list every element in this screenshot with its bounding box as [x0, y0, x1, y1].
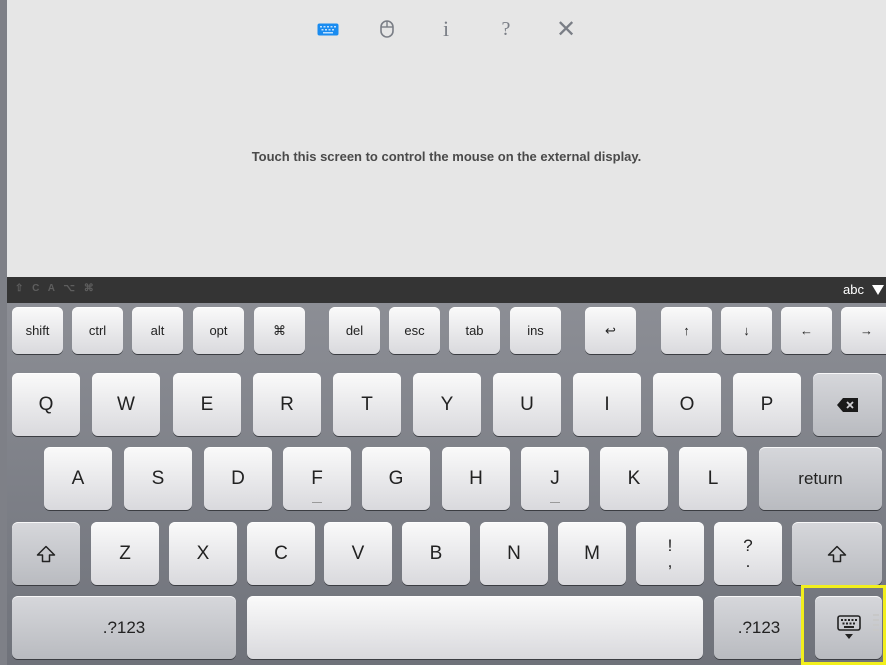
key-l[interactable]: L: [679, 447, 747, 510]
key-g[interactable]: G: [362, 447, 430, 510]
key-u[interactable]: U: [493, 373, 561, 436]
key-space[interactable]: [247, 596, 703, 659]
modifier-strip: ⇧ C A ⌥ ⌘ abc: [7, 277, 886, 304]
touchpad-area[interactable]: i ? ✕ Touch this screen to control the m…: [7, 0, 886, 277]
key-p[interactable]: P: [733, 373, 801, 436]
key-j-label: J: [550, 467, 560, 489]
key-command[interactable]: ⌘: [254, 307, 305, 354]
key-numbers-left[interactable]: .?123: [12, 596, 236, 659]
backspace-icon: [836, 397, 858, 412]
key-a[interactable]: A: [44, 447, 112, 510]
key-alt[interactable]: alt: [132, 307, 183, 354]
key-z[interactable]: Z: [91, 522, 159, 585]
key-s[interactable]: S: [124, 447, 192, 510]
key-f-label: F: [311, 467, 323, 489]
key-return[interactable]: return: [759, 447, 882, 510]
key-del[interactable]: del: [329, 307, 380, 354]
key-numbers-right[interactable]: .?123: [714, 596, 804, 659]
key-shift[interactable]: shift: [12, 307, 63, 354]
key-n[interactable]: N: [480, 522, 548, 585]
key-arrow-right[interactable]: →: [841, 307, 886, 354]
key-hide-keyboard[interactable]: [815, 596, 882, 659]
key-j[interactable]: J: [521, 447, 589, 510]
layout-toggle-label: abc: [843, 282, 864, 297]
key-q[interactable]: Q: [12, 373, 80, 436]
key-tab[interactable]: tab: [449, 307, 500, 354]
key-bottom-char: .: [745, 551, 751, 571]
key-w[interactable]: W: [92, 373, 160, 436]
key-bottom-char: ,: [667, 551, 673, 571]
key-arrow-left[interactable]: ←: [781, 307, 832, 354]
key-opt[interactable]: opt: [193, 307, 244, 354]
mouse-mode-icon[interactable]: [374, 14, 400, 44]
key-enter[interactable]: ↩: [585, 307, 636, 354]
shift-arrow-icon: [827, 545, 847, 562]
home-row-marker: [550, 502, 560, 503]
key-o[interactable]: O: [653, 373, 721, 436]
dropdown-triangle-icon: [872, 284, 884, 295]
shift-arrow-icon: [36, 545, 56, 562]
modifier-indicators: ⇧ C A ⌥ ⌘: [15, 283, 97, 294]
key-h[interactable]: H: [442, 447, 510, 510]
key-v[interactable]: V: [324, 522, 392, 585]
key-exclaim-comma[interactable]: ! ,: [636, 522, 704, 585]
drag-handle[interactable]: [873, 614, 879, 634]
layout-toggle[interactable]: abc: [843, 282, 884, 297]
key-y[interactable]: Y: [413, 373, 481, 436]
key-ins[interactable]: ins: [510, 307, 561, 354]
key-e[interactable]: E: [173, 373, 241, 436]
key-b[interactable]: B: [402, 522, 470, 585]
key-f[interactable]: F: [283, 447, 351, 510]
key-esc[interactable]: esc: [389, 307, 440, 354]
hide-keyboard-icon: [836, 614, 861, 639]
key-question-period[interactable]: ? .: [714, 522, 782, 585]
key-d[interactable]: D: [204, 447, 272, 510]
help-icon[interactable]: ?: [495, 14, 517, 44]
key-arrow-up[interactable]: ↑: [661, 307, 712, 354]
key-backspace[interactable]: [813, 373, 882, 436]
key-c[interactable]: C: [247, 522, 315, 585]
key-shift-right[interactable]: [792, 522, 882, 585]
key-ctrl[interactable]: ctrl: [72, 307, 123, 354]
key-x[interactable]: X: [169, 522, 237, 585]
key-m[interactable]: M: [558, 522, 626, 585]
keyboard-mode-icon[interactable]: [314, 14, 342, 44]
key-shift-left[interactable]: [12, 522, 80, 585]
home-row-marker: [312, 502, 322, 503]
close-icon[interactable]: ✕: [553, 14, 579, 44]
info-icon[interactable]: i: [435, 14, 457, 44]
key-i[interactable]: I: [573, 373, 641, 436]
key-t[interactable]: T: [333, 373, 401, 436]
key-arrow-down[interactable]: ↓: [721, 307, 772, 354]
touch-instruction: Touch this screen to control the mouse o…: [251, 149, 642, 164]
key-k[interactable]: K: [600, 447, 668, 510]
key-r[interactable]: R: [253, 373, 321, 436]
